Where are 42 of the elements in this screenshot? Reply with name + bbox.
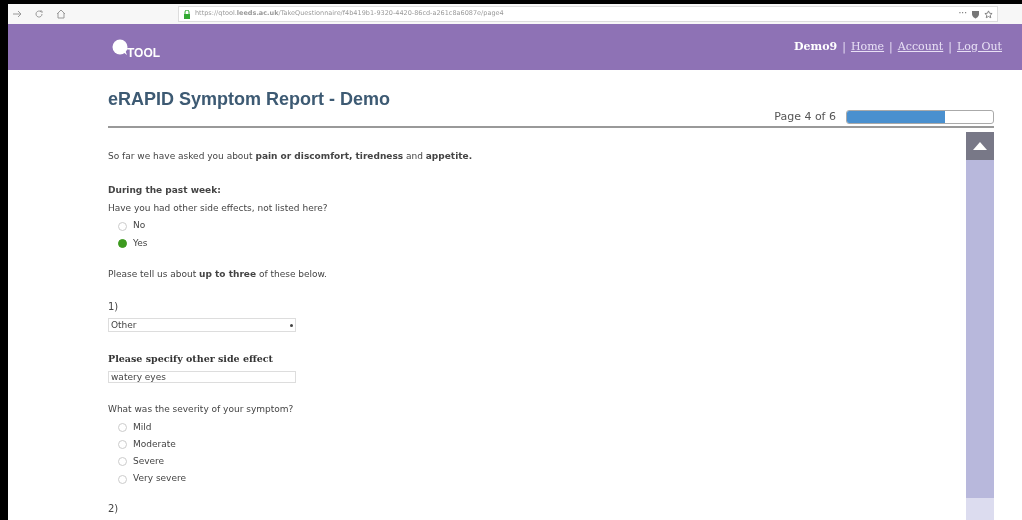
user-name: Demo9 (794, 38, 838, 55)
radio-option[interactable]: No (118, 217, 966, 235)
radio-button[interactable] (118, 457, 127, 467)
radio-button[interactable] (118, 238, 127, 248)
question-text: What was the severity of your symptom? (108, 403, 295, 417)
lock-icon (183, 9, 191, 19)
scrollbar-track-end[interactable] (966, 498, 994, 520)
separator: | (842, 38, 846, 56)
caret-icon (290, 323, 293, 327)
item-number: 1) (108, 300, 120, 315)
menu-dots[interactable]: ··· (958, 7, 967, 21)
text-field[interactable]: watery eyes (108, 370, 296, 384)
qtool-logo: TOOL (112, 39, 161, 55)
scroll-up-button[interactable] (966, 132, 994, 160)
dropdown[interactable]: Other (108, 318, 296, 333)
item-number: 2) (108, 501, 120, 516)
radio-option[interactable]: Moderate (118, 436, 966, 454)
question-text: Have you had other side effects, not listed here? (108, 202, 329, 215)
question-heading: During the past week: (108, 183, 222, 197)
paragraph: Please tell us about up to three of these below. (108, 267, 328, 281)
radio-option[interactable]: Severe (118, 453, 966, 471)
radio-option[interactable]: Mild (118, 418, 966, 437)
field-label: Please specify other side effect (108, 352, 274, 367)
radio-button[interactable] (118, 474, 127, 484)
forward-icon[interactable] (12, 9, 22, 19)
paragraph: So far we have asked you about pain or discomfort, tiredness and appetite. (108, 150, 474, 163)
speech-bubble-icon (112, 39, 128, 55)
radio-option[interactable]: Yes (118, 234, 966, 252)
radio-button[interactable] (118, 221, 127, 231)
shield-icon[interactable] (971, 9, 980, 19)
scrollbar[interactable] (966, 132, 994, 520)
up-arrow-icon (973, 142, 987, 150)
star-icon[interactable] (984, 9, 993, 19)
separator: | (948, 38, 952, 56)
page-indicator: Page 4 of 6 (774, 108, 836, 125)
radio-button[interactable] (118, 440, 127, 450)
separator: | (889, 38, 893, 56)
radio-option[interactable]: Very severe (118, 470, 966, 488)
reload-icon[interactable] (34, 9, 44, 19)
radio-button[interactable] (118, 423, 127, 432)
page-title: eRAPID Symptom Report - Demo (108, 88, 391, 111)
home-icon[interactable] (56, 9, 66, 19)
